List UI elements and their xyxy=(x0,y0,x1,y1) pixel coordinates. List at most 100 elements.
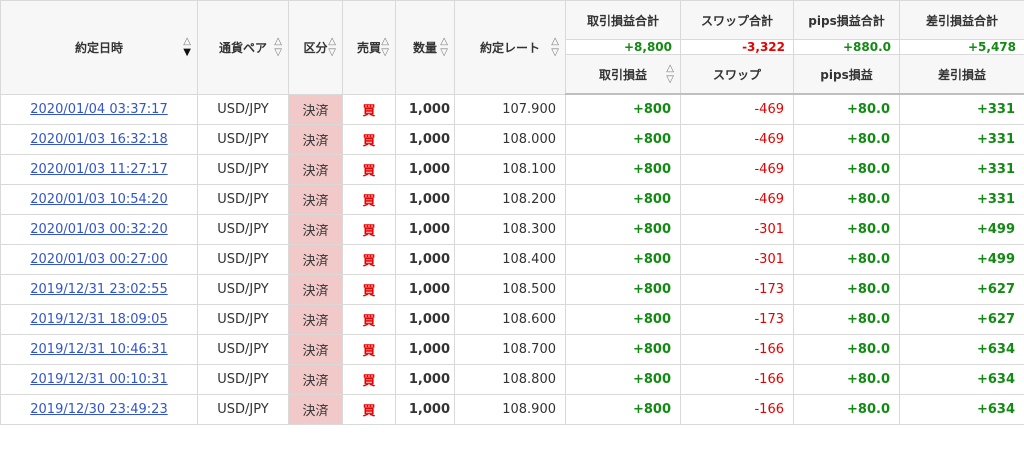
qty-cell: 1,000 xyxy=(395,394,455,425)
qty-cell: 1,000 xyxy=(395,214,455,245)
header-net-label: 差引損益 xyxy=(937,67,986,82)
kubun-cell: 決済 xyxy=(288,364,343,395)
pair-cell: USD/JPY xyxy=(197,93,289,125)
swap-cell: -173 xyxy=(680,274,794,305)
rate-cell: 108.300 xyxy=(454,214,566,245)
trade-detail-link[interactable]: 2020/01/03 00:32:20 xyxy=(30,222,167,237)
net-cell: +499 xyxy=(899,214,1024,245)
sort-asc-icon[interactable]: △ xyxy=(551,36,559,47)
header-pair: 通貨ペア △ ▽ xyxy=(197,0,289,95)
table-row: 2020/01/04 03:37:17 USD/JPY 決済買 1,000 107.90… xyxy=(0,93,1024,125)
side-cell: 買 xyxy=(342,334,396,365)
side-cell: 買 xyxy=(342,93,396,125)
kubun-sort-toggle[interactable]: △ ▽ xyxy=(328,36,336,58)
datetime-cell: 2019/12/31 18:09:05 xyxy=(0,304,198,335)
pair-cell: USD/JPY xyxy=(197,184,289,215)
sort-asc-icon[interactable]: △ xyxy=(440,36,448,47)
datetime-cell: 2020/01/04 03:37:17 xyxy=(0,93,198,125)
pair-cell: USD/JPY xyxy=(197,394,289,425)
sort-desc-active-icon[interactable]: ▼ xyxy=(183,47,191,58)
pair-cell: USD/JPY xyxy=(197,154,289,185)
profit-cell: +800 xyxy=(565,394,681,425)
header-pips: pips損益 xyxy=(793,54,900,95)
side-cell: 買 xyxy=(342,274,396,305)
datetime-cell: 2020/01/03 11:27:17 xyxy=(0,154,198,185)
pips-cell: +80.0 xyxy=(793,184,900,215)
sort-asc-icon[interactable]: △ xyxy=(183,36,191,47)
trade-detail-link[interactable]: 2020/01/04 03:37:17 xyxy=(30,102,167,117)
sort-desc-icon[interactable]: ▽ xyxy=(440,47,448,58)
header-qty: 数量 △ ▽ xyxy=(395,0,455,95)
kubun-cell: 決済 xyxy=(288,274,343,305)
rate-cell: 107.900 xyxy=(454,93,566,125)
qty-sort-toggle[interactable]: △ ▽ xyxy=(440,36,448,58)
side-cell: 買 xyxy=(342,184,396,215)
rate-sort-toggle[interactable]: △ ▽ xyxy=(551,36,559,58)
trade-detail-link[interactable]: 2020/01/03 10:54:20 xyxy=(30,192,167,207)
profit-cell: +800 xyxy=(565,93,681,125)
side-sort-toggle[interactable]: △ ▽ xyxy=(381,36,389,58)
pair-cell: USD/JPY xyxy=(197,244,289,275)
sort-asc-icon[interactable]: △ xyxy=(381,36,389,47)
profit-sort-toggle[interactable]: △ ▽ xyxy=(666,63,674,85)
trade-detail-link[interactable]: 2019/12/30 23:49:23 xyxy=(30,402,167,417)
trade-detail-link[interactable]: 2020/01/03 16:32:18 xyxy=(30,132,167,147)
profit-cell: +800 xyxy=(565,184,681,215)
rate-cell: 108.500 xyxy=(454,274,566,305)
table-row: 2019/12/31 10:46:31 USD/JPY 決済買 1,000 108.70… xyxy=(0,334,1024,365)
pips-cell: +80.0 xyxy=(793,394,900,425)
sort-desc-icon[interactable]: ▽ xyxy=(381,47,389,58)
trade-detail-link[interactable]: 2019/12/31 18:09:05 xyxy=(30,312,167,327)
pair-cell: USD/JPY xyxy=(197,304,289,335)
trade-detail-link[interactable]: 2020/01/03 11:27:17 xyxy=(30,162,167,177)
header-qty-label: 数量 xyxy=(412,40,437,55)
swap-cell: -301 xyxy=(680,244,794,275)
side-cell: 買 xyxy=(342,364,396,395)
summary-net-total: +5,478 xyxy=(899,39,1024,55)
net-cell: +634 xyxy=(899,364,1024,395)
profit-cell: +800 xyxy=(565,244,681,275)
swap-cell: -469 xyxy=(680,124,794,155)
kubun-cell: 決済 xyxy=(288,334,343,365)
kubun-cell: 決済 xyxy=(288,244,343,275)
rate-cell: 108.900 xyxy=(454,394,566,425)
header-profit-label: 取引損益 xyxy=(598,67,647,82)
header-kubun: 区分 △ ▽ xyxy=(288,0,343,95)
table-row: 2019/12/31 00:10:31 USD/JPY 決済買 1,000 108.80… xyxy=(0,364,1024,395)
rate-cell: 108.100 xyxy=(454,154,566,185)
qty-cell: 1,000 xyxy=(395,93,455,125)
sort-desc-icon[interactable]: ▽ xyxy=(551,47,559,58)
datetime-cell: 2020/01/03 00:32:20 xyxy=(0,214,198,245)
table-row: 2020/01/03 00:27:00 USD/JPY 決済買 1,000 108.40… xyxy=(0,244,1024,275)
table-row: 2020/01/03 16:32:18 USD/JPY 決済買 1,000 108.00… xyxy=(0,124,1024,155)
qty-cell: 1,000 xyxy=(395,184,455,215)
profit-cell: +800 xyxy=(565,214,681,245)
sort-desc-icon[interactable]: ▽ xyxy=(666,74,674,85)
sort-asc-icon[interactable]: △ xyxy=(666,63,674,74)
sort-asc-icon[interactable]: △ xyxy=(328,36,336,47)
sort-desc-icon[interactable]: ▽ xyxy=(274,47,282,58)
profit-cell: +800 xyxy=(565,154,681,185)
trade-detail-link[interactable]: 2019/12/31 10:46:31 xyxy=(30,342,167,357)
pair-cell: USD/JPY xyxy=(197,274,289,305)
net-cell: +331 xyxy=(899,124,1024,155)
swap-cell: -173 xyxy=(680,304,794,335)
header-side: 売買 △ ▽ xyxy=(342,0,396,95)
net-cell: +499 xyxy=(899,244,1024,275)
qty-cell: 1,000 xyxy=(395,364,455,395)
datetime-sort-toggle[interactable]: △ ▼ xyxy=(183,36,191,58)
pair-sort-toggle[interactable]: △ ▽ xyxy=(274,36,282,58)
qty-cell: 1,000 xyxy=(395,124,455,155)
datetime-cell: 2019/12/30 23:49:23 xyxy=(0,394,198,425)
sort-desc-icon[interactable]: ▽ xyxy=(328,47,336,58)
kubun-cell: 決済 xyxy=(288,304,343,335)
rate-cell: 108.400 xyxy=(454,244,566,275)
trade-detail-link[interactable]: 2020/01/03 00:27:00 xyxy=(30,252,167,267)
qty-cell: 1,000 xyxy=(395,274,455,305)
net-cell: +634 xyxy=(899,334,1024,365)
qty-cell: 1,000 xyxy=(395,334,455,365)
trade-detail-link[interactable]: 2019/12/31 23:02:55 xyxy=(30,282,167,297)
trade-detail-link[interactable]: 2019/12/31 00:10:31 xyxy=(30,372,167,387)
sort-asc-icon[interactable]: △ xyxy=(274,36,282,47)
trade-history-table: 約定日時 △ ▼ 通貨ペア △ ▽ 区分 △ ▽ 売買 △ ▽ 数量 △ ▽ 約… xyxy=(0,0,1024,425)
